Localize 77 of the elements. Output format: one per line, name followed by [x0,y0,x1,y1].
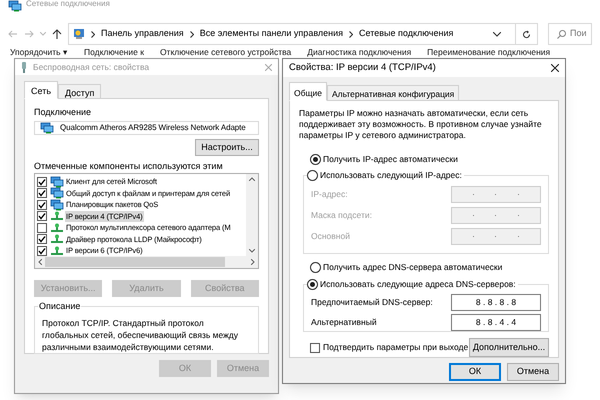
checkbox[interactable] [37,222,47,233]
description-text: Протокол TCP/IP. Стандартный протокол глобальных сетей, обеспечивающий связь между различными взаимодействующими сетями. [42,317,239,353]
dialog-title: Беспроводная сеть: свойства [33,60,150,74]
radio-button[interactable] [307,278,318,290]
network-client-icon [50,198,64,211]
radio-button[interactable] [310,154,321,165]
close-icon[interactable] [551,64,559,72]
chevron-right-icon [349,30,354,38]
section-label: Подключение [34,106,92,118]
refresh-icon [522,30,531,38]
radio-option[interactable]: Получить адрес DNS-сервера автоматически [310,261,549,274]
scrollbar-thumb[interactable] [45,257,225,267]
chevron-right-icon [91,30,95,38]
vertical-scrollbar[interactable] [246,174,258,256]
wireless-adapter-icon [21,62,27,72]
field-label: Основной [311,230,350,243]
chevron-right-icon [190,30,194,38]
address-bar[interactable]: Панель управления Все элементы панели управления Сетевые подключения [68,23,538,45]
checkbox-option[interactable]: Подтвердить параметры при выходе [310,341,468,354]
protocol-icon [50,211,64,222]
chevron-down-icon[interactable] [493,32,501,36]
search-field[interactable]: Пои [548,23,592,45]
button[interactable]: Дополнительно... [469,338,549,357]
horizontal-scrollbar[interactable] [35,256,258,268]
toolbar-item[interactable]: Переименование подключения [427,46,550,56]
scroll-up-icon[interactable] [249,177,255,181]
toolbar-item[interactable]: Диагностика подключения [307,46,412,56]
network-client-icon [50,176,64,188]
radio-button[interactable] [310,262,321,274]
radio-button[interactable] [307,170,318,181]
toolbar-item[interactable]: Упорядочить ▾ [10,46,68,56]
intro-text: Параметры IP можно назначать автоматически, если сеть поддерживает эту возможность. В противном случае узнайте параметры IP у сетевого администратора. [299,108,543,141]
network-client-icon [50,187,64,200]
breadcrumb[interactable]: Панель управления [101,27,184,41]
protocol-icon [50,234,64,244]
scroll-left-icon[interactable] [38,259,42,265]
field-label: IP-адрес: [311,188,348,201]
scroll-down-icon[interactable] [249,249,255,253]
checkbox[interactable] [37,176,47,187]
dialog-title: Свойства: IP версии 4 (TCP/IPv4) [289,60,437,75]
ip-address-field[interactable]: 8 . 8 . 4 . 4 [451,314,541,331]
checkbox[interactable] [37,211,47,222]
tab[interactable]: Сеть [24,81,58,99]
checkbox[interactable] [37,188,47,198]
button[interactable]: Отмена [507,363,559,381]
checkbox[interactable] [37,246,47,256]
ip-address-field[interactable]: 8 . 8 . 8 . 8 [451,294,541,311]
scroll-right-icon[interactable] [251,259,255,265]
control-panel-icon [73,28,85,40]
breadcrumb[interactable]: Сетевые подключения [359,27,454,41]
adapter-field: Qualcomm Atheros AR9285 Wireless Network Adapte [34,121,259,135]
window-title: Сетевые подключения [26,0,110,8]
radio-option[interactable]: Использовать следующие адреса DNS-серверов: [307,278,518,291]
network-adapter-icon [40,122,54,134]
tab[interactable]: Альтернативная конфигурация [326,85,460,101]
checkbox[interactable] [310,342,320,352]
group-label: Описание [38,301,82,312]
tab[interactable]: Общие [289,82,327,101]
field-label: Альтернативный [311,316,377,329]
checkbox[interactable] [37,200,47,210]
button[interactable]: ОК [449,363,501,381]
protocol-icon [50,246,64,256]
field-label: Маска подсети: [311,208,372,222]
checkbox[interactable] [37,234,47,244]
field-label: Предпочитаемый DNS-сервер: [311,296,433,309]
breadcrumb[interactable]: Все элементы панели управления [200,27,344,41]
protocol-icon [50,222,64,233]
up-arrow-icon[interactable] [52,29,62,39]
tab[interactable]: Доступ [58,84,102,99]
search-icon [557,30,566,38]
section-label: Отмеченные компоненты используются этим [34,160,224,172]
radio-option[interactable]: Использовать следующий IP-адрес: [307,168,464,182]
radio-option[interactable]: Получить IP-адрес автоматически [310,153,549,166]
button[interactable]: Настроить... [195,139,259,156]
toolbar-item[interactable]: Отключение сетевого устройства [160,46,292,56]
toolbar-item[interactable]: Подключение к [84,46,144,56]
window-icon [8,0,22,12]
